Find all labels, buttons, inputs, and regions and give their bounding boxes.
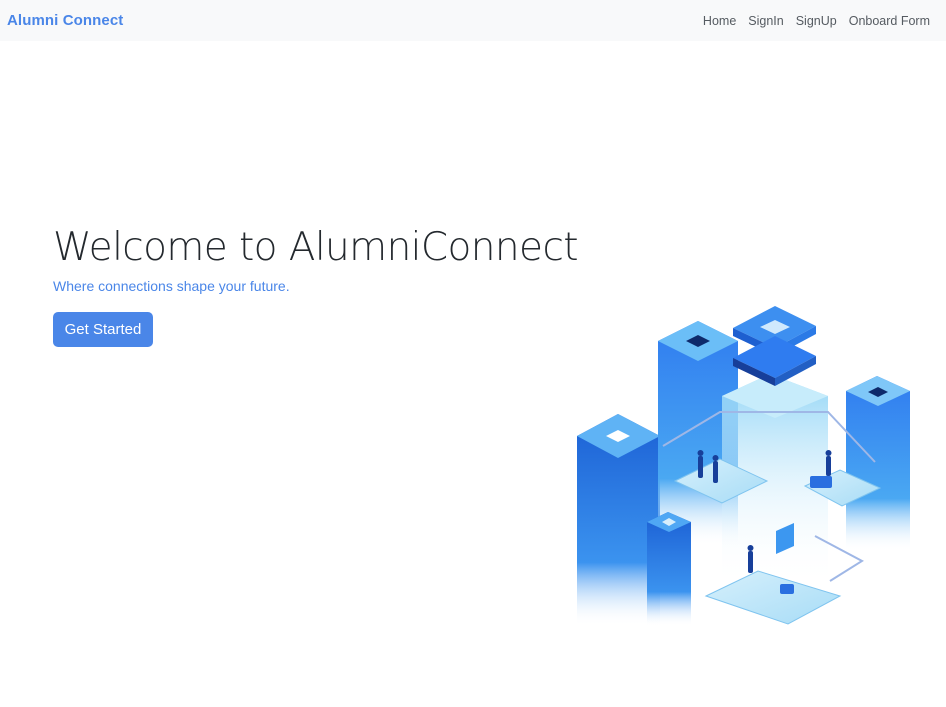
get-started-button[interactable]: Get Started [53, 312, 153, 347]
top-navbar: Alumni Connect Home SignIn SignUp Onboar… [0, 0, 946, 41]
nav-link-signin[interactable]: SignIn [742, 0, 789, 41]
nav-link-signup[interactable]: SignUp [790, 0, 843, 41]
nav-links: Home SignIn SignUp Onboard Form [697, 0, 930, 41]
hero-title: Welcome to AlumniConnect [53, 225, 579, 270]
hero-section: Welcome to AlumniConnect Where connectio… [53, 222, 579, 294]
hero-subtitle: Where connections shape your future. [53, 278, 290, 294]
brand-link[interactable]: Alumni Connect [7, 12, 123, 29]
nav-link-onboard-form[interactable]: Onboard Form [843, 0, 930, 41]
nav-link-home[interactable]: Home [697, 0, 742, 41]
isometric-city-network-illustration [577, 306, 910, 626]
